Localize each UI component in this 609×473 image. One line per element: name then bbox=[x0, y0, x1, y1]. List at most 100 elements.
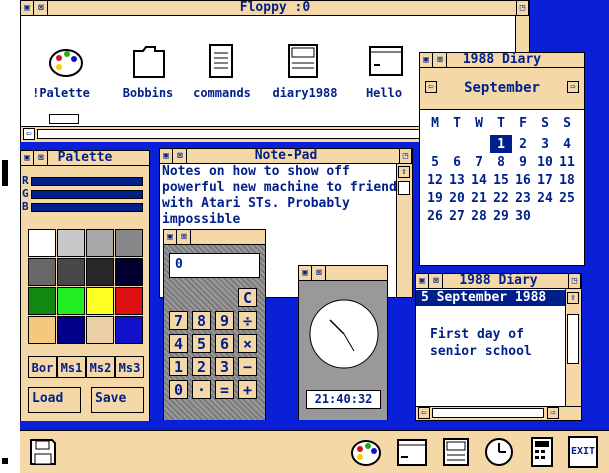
color-swatch[interactable] bbox=[86, 229, 114, 257]
color-swatch[interactable] bbox=[28, 258, 56, 286]
color-swatch[interactable] bbox=[28, 316, 56, 344]
calendar-day[interactable]: 19 bbox=[424, 189, 446, 207]
load-button[interactable]: Load bbox=[28, 387, 81, 413]
palette-ms1-button[interactable]: Ms1 bbox=[57, 356, 86, 378]
calendar-day[interactable]: 9 bbox=[512, 153, 534, 171]
diary-day-text[interactable]: First day of senior school bbox=[430, 326, 532, 360]
calculator-icon[interactable] bbox=[530, 437, 554, 467]
calendar-day[interactable]: 6 bbox=[446, 153, 468, 171]
save-button[interactable]: Save bbox=[91, 387, 144, 413]
scroll-up-icon[interactable]: ⇧ bbox=[567, 292, 579, 304]
scroll-left-icon[interactable]: ⇦ bbox=[23, 128, 35, 140]
calc-key[interactable]: 0 bbox=[169, 380, 188, 399]
close-icon[interactable]: ⊠ bbox=[430, 274, 443, 288]
color-swatch[interactable] bbox=[57, 258, 85, 286]
calendar-day[interactable]: 14 bbox=[468, 171, 490, 189]
calendar-day[interactable]: 12 bbox=[424, 171, 446, 189]
prev-month-icon[interactable]: ⇦ bbox=[425, 81, 437, 93]
calc-key[interactable]: 8 bbox=[192, 311, 211, 330]
calendar-day[interactable]: 18 bbox=[556, 171, 578, 189]
palette-bor-button[interactable]: Bor bbox=[28, 356, 57, 378]
close-icon[interactable]: ⊠ bbox=[35, 151, 48, 165]
close-icon[interactable]: ⊠ bbox=[313, 266, 326, 280]
color-swatch[interactable] bbox=[86, 258, 114, 286]
calc-key[interactable]: = bbox=[215, 380, 234, 399]
calc-key[interactable]: 9 bbox=[215, 311, 234, 330]
notepad-icon[interactable] bbox=[396, 437, 428, 467]
slider-b[interactable]: B bbox=[21, 200, 149, 214]
calculator-titlebar[interactable]: ▣ ⊠ bbox=[164, 230, 265, 245]
calendar-day[interactable]: 24 bbox=[534, 189, 556, 207]
calc-key[interactable]: · bbox=[192, 380, 211, 399]
color-swatch[interactable] bbox=[57, 229, 85, 257]
filer-titlebar[interactable]: ▣ ⊠ Floppy :0 ◳ bbox=[21, 1, 529, 16]
calc-key[interactable]: 3 bbox=[215, 357, 234, 376]
file-label[interactable]: commands bbox=[186, 86, 258, 100]
calendar-day[interactable]: 28 bbox=[468, 207, 490, 225]
diary-day-scroll-thumb[interactable] bbox=[567, 314, 579, 364]
color-swatch[interactable] bbox=[57, 287, 85, 315]
calendar-day[interactable]: 20 bbox=[446, 189, 468, 207]
back-icon[interactable]: ▣ bbox=[21, 1, 34, 15]
file-label[interactable]: Bobbins bbox=[113, 86, 183, 100]
close-icon[interactable]: ⊠ bbox=[35, 1, 48, 15]
palette-icon[interactable] bbox=[46, 41, 86, 81]
toggle-size-icon[interactable]: ◳ bbox=[516, 1, 529, 15]
calc-key[interactable]: 5 bbox=[192, 334, 211, 353]
calendar-day[interactable]: 1 bbox=[490, 135, 512, 153]
calendar-day[interactable]: 30 bbox=[512, 207, 534, 225]
calc-key[interactable]: × bbox=[238, 334, 257, 353]
diary-day-hthumb[interactable] bbox=[432, 408, 544, 418]
diary-titlebar[interactable]: ▣ ⊠ 1988 Diary bbox=[420, 53, 584, 68]
color-swatch[interactable] bbox=[28, 229, 56, 257]
calendar-day[interactable]: 3 bbox=[534, 135, 556, 153]
calc-key[interactable]: − bbox=[238, 357, 257, 376]
calendar-day[interactable]: 7 bbox=[468, 153, 490, 171]
folder-icon[interactable] bbox=[129, 41, 169, 81]
back-icon[interactable]: ▣ bbox=[420, 53, 433, 67]
calendar-day[interactable]: 29 bbox=[490, 207, 512, 225]
calendar-day[interactable]: 5 bbox=[424, 153, 446, 171]
partial-file-icon[interactable] bbox=[49, 114, 79, 124]
color-swatch[interactable] bbox=[57, 316, 85, 344]
slider-track[interactable] bbox=[31, 190, 143, 199]
calendar-day[interactable]: 25 bbox=[556, 189, 578, 207]
scroll-right-icon[interactable]: ⇨ bbox=[547, 407, 559, 419]
close-icon[interactable]: ⊠ bbox=[178, 230, 191, 244]
calendar-day[interactable]: 2 bbox=[512, 135, 534, 153]
back-icon[interactable]: ▣ bbox=[299, 266, 312, 280]
exit-icon[interactable]: EXIT bbox=[568, 436, 598, 468]
close-icon[interactable]: ⊠ bbox=[174, 149, 187, 163]
back-icon[interactable]: ▣ bbox=[160, 149, 173, 163]
slider-g[interactable]: G bbox=[21, 187, 149, 201]
calc-key[interactable]: 4 bbox=[169, 334, 188, 353]
calendar-day[interactable]: 16 bbox=[512, 171, 534, 189]
calc-key[interactable]: ÷ bbox=[238, 311, 257, 330]
close-icon[interactable]: ⊠ bbox=[434, 53, 447, 67]
file-label[interactable]: Hello bbox=[353, 86, 415, 100]
notepad-text[interactable]: Notes on how to show off powerful new mac… bbox=[162, 164, 398, 234]
back-icon[interactable]: ▣ bbox=[416, 274, 429, 288]
palette-icon[interactable] bbox=[350, 437, 382, 467]
diary-icon[interactable] bbox=[442, 437, 470, 467]
calendar-day[interactable]: 15 bbox=[490, 171, 512, 189]
calendar-day[interactable]: 17 bbox=[534, 171, 556, 189]
next-month-icon[interactable]: ⇨ bbox=[567, 81, 579, 93]
back-icon[interactable]: ▣ bbox=[164, 230, 177, 244]
color-swatch[interactable] bbox=[115, 229, 143, 257]
calendar-day[interactable]: 21 bbox=[468, 189, 490, 207]
calendar-day[interactable]: 8 bbox=[490, 153, 512, 171]
file-label[interactable]: diary1988 bbox=[266, 86, 344, 100]
diary-icon[interactable] bbox=[283, 41, 323, 81]
calendar-day[interactable]: 27 bbox=[446, 207, 468, 225]
scroll-left-icon[interactable]: ⇦ bbox=[418, 407, 430, 419]
color-swatch[interactable] bbox=[86, 287, 114, 315]
calendar-day[interactable]: 23 bbox=[512, 189, 534, 207]
scroll-up-icon[interactable]: ⇧ bbox=[398, 166, 410, 178]
calc-key[interactable]: 2 bbox=[192, 357, 211, 376]
file-label[interactable]: !Palette bbox=[26, 86, 96, 100]
slider-r[interactable]: R bbox=[21, 174, 149, 188]
toggle-size-icon[interactable]: ◳ bbox=[399, 149, 412, 163]
palette-ms2-button[interactable]: Ms2 bbox=[86, 356, 115, 378]
calendar-day[interactable]: 13 bbox=[446, 171, 468, 189]
